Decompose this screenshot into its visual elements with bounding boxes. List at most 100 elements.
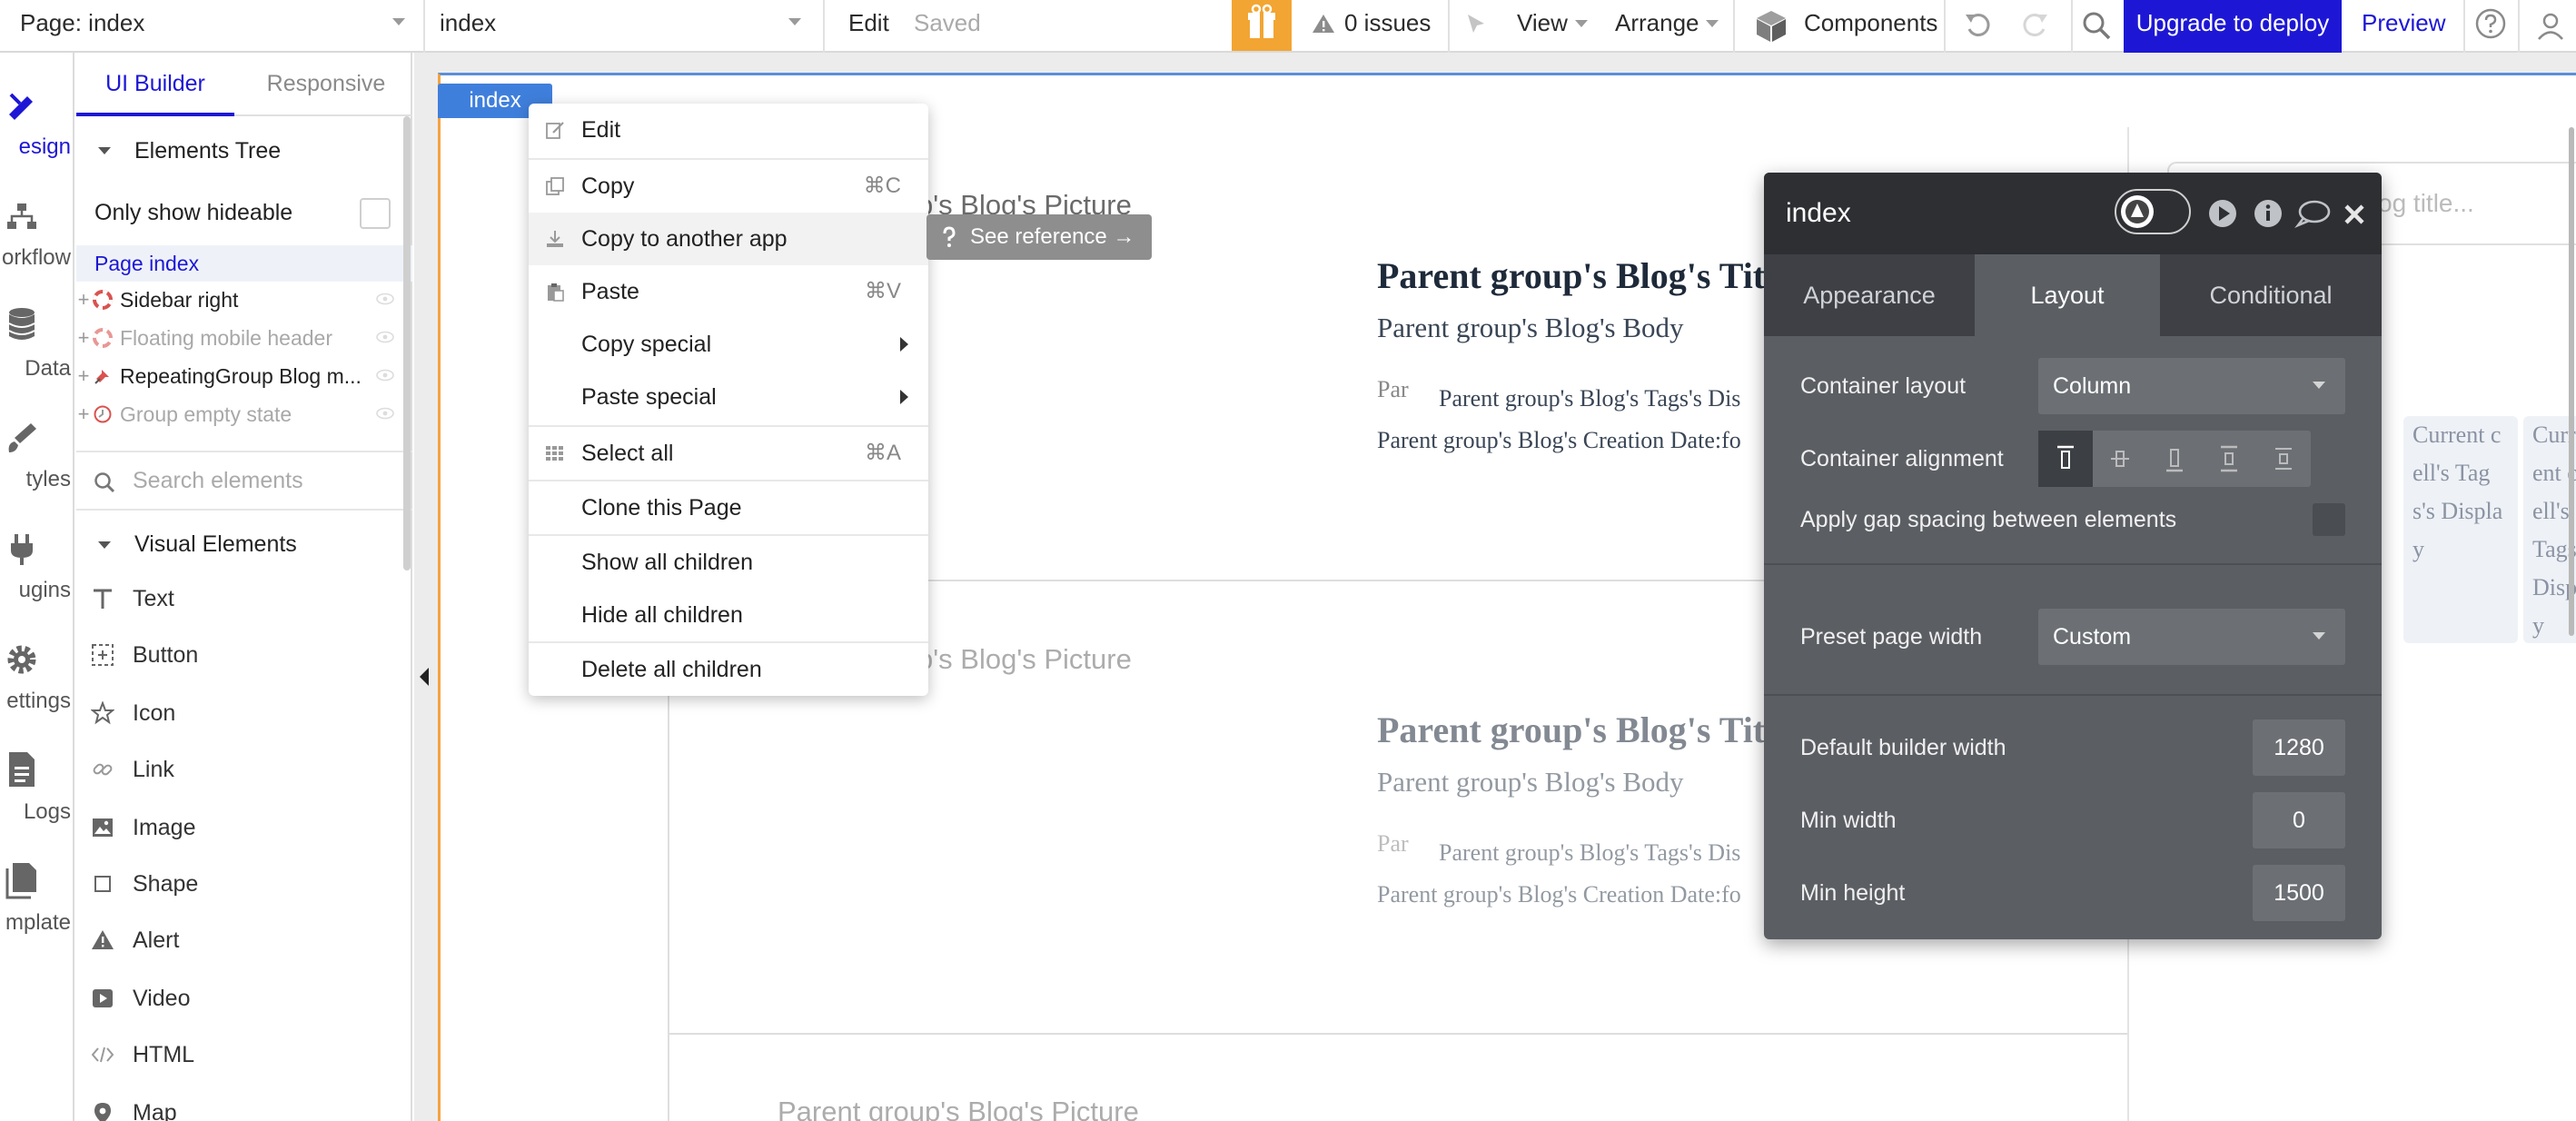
visual-item-icon[interactable]: Icon — [76, 685, 403, 741]
blog-body[interactable]: Parent group's Blog's Body — [1377, 766, 1684, 799]
rail-item-design[interactable]: esign — [0, 71, 74, 182]
element-selector[interactable]: index — [440, 0, 496, 51]
chevron-down-icon[interactable] — [1706, 20, 1719, 27]
container-layout-select[interactable]: Column — [2038, 358, 2345, 414]
elements-tree-header[interactable]: Elements Tree — [76, 120, 412, 182]
info-icon[interactable] — [2253, 198, 2284, 229]
tree-item-floating-mobile-header[interactable]: + Floating mobile header — [76, 320, 403, 356]
align-space-around-button[interactable] — [2256, 431, 2311, 487]
visual-item-image[interactable]: Image — [76, 799, 403, 856]
preset-width-select[interactable]: Custom — [2038, 609, 2345, 665]
tab-ui-builder[interactable]: UI Builder — [76, 53, 234, 116]
blog-tags[interactable]: Parent group's Blog's Tags's Dis — [1439, 839, 1740, 867]
tag-chip[interactable]: Current cell's Tags's Display — [2403, 416, 2518, 643]
blog-title[interactable]: Parent group's Blog's Tit — [1377, 254, 1765, 297]
rail-item-template[interactable]: mplate — [0, 847, 74, 957]
menu-item-paste[interactable]: Paste ⌘V — [529, 265, 928, 318]
blog-creation-date[interactable]: Parent group's Blog's Creation Date:fo — [1377, 427, 1741, 454]
rail-item-data[interactable]: Data — [0, 293, 74, 403]
chevron-down-icon[interactable] — [788, 18, 801, 25]
canvas-scrollbar[interactable] — [2569, 127, 2574, 636]
visual-item-video[interactable]: Video — [76, 970, 403, 1027]
eye-icon[interactable] — [376, 407, 394, 420]
menu-item-copy-special[interactable]: Copy special — [529, 318, 928, 371]
visual-item-text[interactable]: Text — [76, 570, 403, 627]
edit-menu[interactable]: Edit — [848, 0, 889, 51]
cursor-icon[interactable] — [1462, 11, 1490, 38]
gift-button[interactable] — [1232, 0, 1292, 51]
tab-conditional[interactable]: Conditional — [2160, 254, 2382, 336]
visual-item-button[interactable]: Button — [76, 627, 403, 683]
menu-item-paste-special[interactable]: Paste special — [529, 371, 928, 423]
upgrade-button[interactable]: Upgrade to deploy — [2124, 0, 2342, 53]
undo-icon[interactable] — [1962, 9, 1995, 42]
blog-picture-placeholder[interactable]: Parent group's Blog's Picture — [778, 1096, 1139, 1121]
tab-responsive[interactable]: Responsive — [240, 53, 412, 116]
menu-item-edit[interactable]: Edit — [529, 104, 928, 156]
rail-item-logs[interactable]: Logs — [0, 736, 74, 847]
play-icon[interactable] — [2207, 198, 2238, 229]
gap-spacing-checkbox[interactable] — [2313, 503, 2345, 536]
align-center-button[interactable] — [2093, 431, 2147, 487]
expand-icon[interactable]: + — [76, 358, 91, 394]
tree-item-repeatinggroup-blog[interactable]: + RepeatingGroup Blog m... — [76, 358, 403, 394]
tree-item-group-empty-state[interactable]: + Group empty state — [76, 396, 403, 432]
search-elements[interactable]: Search elements — [76, 451, 412, 511]
visual-item-link[interactable]: Link — [76, 741, 403, 798]
expand-icon[interactable]: + — [76, 282, 91, 318]
blog-body[interactable]: Parent group's Blog's Body — [1377, 312, 1684, 344]
user-icon[interactable] — [2534, 9, 2567, 42]
components-button[interactable]: Components — [1804, 0, 1937, 51]
chevron-down-icon[interactable] — [392, 18, 405, 25]
chevron-down-icon[interactable] — [1575, 20, 1588, 27]
tree-item-sidebar-right[interactable]: + Sidebar right — [76, 282, 403, 318]
expand-icon[interactable]: + — [76, 396, 91, 432]
menu-item-hide-all-children[interactable]: Hide all children — [529, 589, 928, 641]
view-menu[interactable]: View — [1517, 0, 1568, 51]
visual-item-alert[interactable]: Alert — [76, 912, 403, 968]
min-height-input[interactable]: 1500 — [2253, 865, 2345, 921]
menu-item-delete-all-children[interactable]: Delete all children — [529, 643, 928, 696]
eye-icon[interactable] — [376, 369, 394, 382]
visual-item-map[interactable]: Map — [76, 1085, 403, 1121]
default-width-input[interactable]: 1280 — [2253, 719, 2345, 776]
close-icon[interactable] — [2342, 202, 2367, 227]
blog-creation-date[interactable]: Parent group's Blog's Creation Date:fo — [1377, 881, 1741, 908]
issues-count[interactable]: 0 issues — [1344, 0, 1431, 51]
tab-appearance[interactable]: Appearance — [1764, 254, 1975, 336]
blog-tags[interactable]: Parent group's Blog's Tags's Dis — [1439, 385, 1740, 412]
menu-item-copy[interactable]: Copy ⌘C — [529, 160, 928, 213]
expand-icon[interactable]: + — [76, 320, 91, 356]
menu-item-clone-page[interactable]: Clone this Page — [529, 481, 928, 534]
rail-item-workflow[interactable]: orkflow — [0, 182, 74, 293]
tab-layout[interactable]: Layout — [1975, 254, 2160, 336]
eye-icon[interactable] — [376, 293, 394, 305]
redo-icon[interactable] — [2018, 9, 2051, 42]
preview-button[interactable]: Preview — [2362, 0, 2445, 51]
collapse-panel-icon[interactable] — [414, 654, 434, 699]
align-top-button[interactable] — [2038, 431, 2093, 487]
arrange-menu[interactable]: Arrange — [1615, 0, 1699, 51]
blog-picture-placeholder[interactable]: p's Blog's Picture — [917, 643, 1132, 676]
property-editor-header[interactable]: index — [1764, 173, 2382, 254]
menu-item-show-all-children[interactable]: Show all children — [529, 536, 928, 589]
search-icon[interactable] — [2080, 9, 2113, 42]
visibility-toggle[interactable] — [2115, 189, 2191, 234]
tree-page-index[interactable]: Page index — [76, 245, 412, 282]
only-hideable-checkbox[interactable] — [360, 198, 391, 229]
menu-item-copy-to-another-app[interactable]: Copy to another app — [529, 213, 928, 265]
visual-elements-header[interactable]: Visual Elements — [76, 512, 412, 576]
visual-item-html[interactable]: HTML — [76, 1027, 403, 1083]
panel-scrollbar[interactable] — [403, 116, 411, 570]
see-reference-tooltip[interactable]: See reference → — [926, 214, 1152, 260]
eye-icon[interactable] — [376, 331, 394, 343]
comment-icon[interactable] — [2294, 200, 2331, 229]
blog-title[interactable]: Parent group's Blog's Tit — [1377, 709, 1765, 751]
align-space-between-button[interactable] — [2202, 431, 2256, 487]
rail-item-settings[interactable]: ettings — [0, 625, 74, 736]
help-icon[interactable] — [2474, 7, 2507, 40]
visual-item-shape[interactable]: Shape — [76, 856, 403, 912]
align-bottom-button[interactable] — [2147, 431, 2202, 487]
page-selector[interactable]: Page: index — [20, 0, 144, 51]
menu-item-select-all[interactable]: Select all ⌘A — [529, 427, 928, 480]
